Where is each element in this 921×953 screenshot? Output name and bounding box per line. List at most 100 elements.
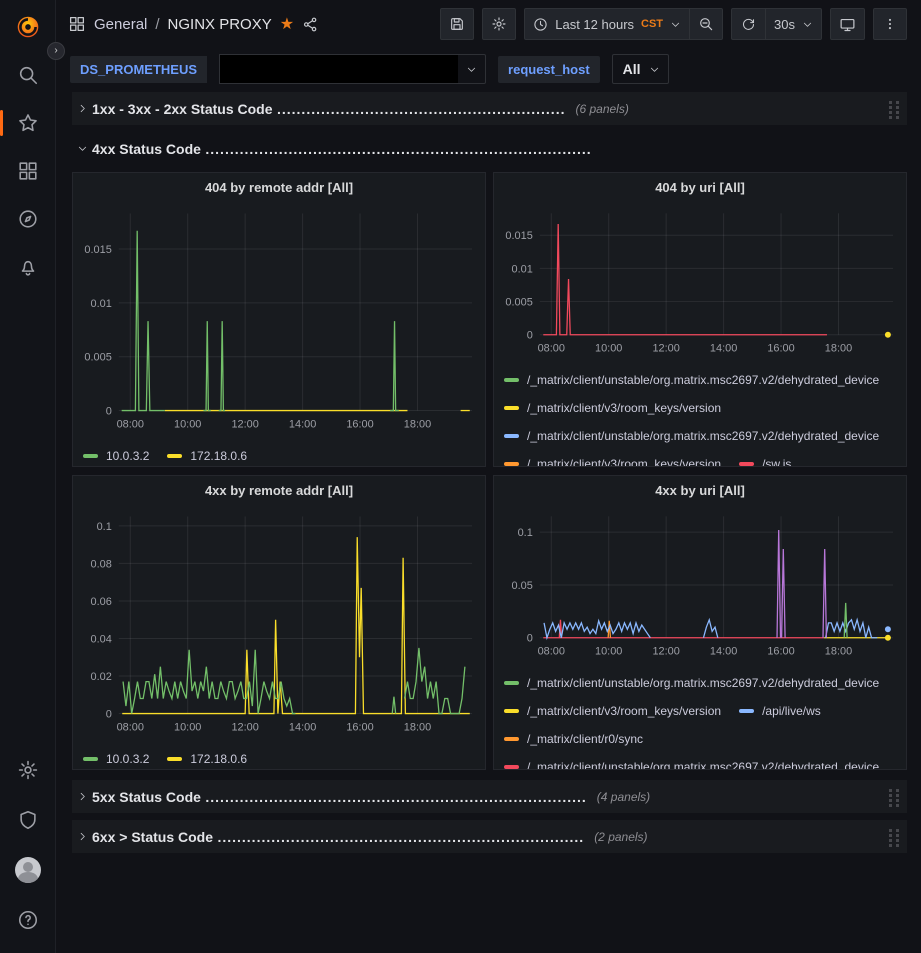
row-leader-dots: ........................................… [217,829,584,845]
svg-text:0.01: 0.01 [91,298,112,310]
variables-bar: DS_PROMETHEUS request_host All [56,48,921,90]
legend-label: 10.0.3.2 [106,752,149,766]
legend-item[interactable]: 10.0.3.2 [83,745,149,770]
time-range-picker[interactable]: Last 12 hours CST [524,8,689,40]
request-host-variable-select[interactable]: All [612,54,669,84]
row-title: 4xx Status Code [92,141,201,157]
svg-text:18:00: 18:00 [404,721,431,733]
sidebar-expand-button[interactable]: › [47,42,65,60]
svg-text:0: 0 [527,330,533,342]
dashboard-canvas: 1xx - 3xx - 2xx Status Code ............… [56,90,921,953]
zoom-out-time-button[interactable] [689,8,723,40]
row-panel-count: (2 panels) [594,830,647,844]
sidebar-item-alerting[interactable] [8,250,48,284]
legend-item[interactable]: 172.18.0.6 [167,745,247,770]
svg-text:10:00: 10:00 [595,343,622,355]
legend-label: /_matrix/client/v3/room_keys/version [527,704,721,718]
user-avatar[interactable] [8,853,48,887]
legend-item[interactable]: /_matrix/client/unstable/org.matrix.msc2… [504,366,879,394]
legend-item[interactable]: /sw.js [739,450,791,467]
row-drag-handle[interactable] [887,99,907,119]
svg-text:08:00: 08:00 [538,343,565,355]
kebab-menu-button[interactable] [873,8,907,40]
datasource-variable-select[interactable] [219,54,486,84]
legend-label: 10.0.3.2 [106,449,149,463]
svg-text:0: 0 [106,709,112,721]
svg-text:08:00: 08:00 [117,418,144,430]
legend-label: /_matrix/client/unstable/org.matrix.msc2… [527,373,879,387]
legend-item[interactable]: /_matrix/client/v3/room_keys/version [504,697,721,725]
share-icon[interactable] [302,16,319,33]
svg-text:10:00: 10:00 [595,646,622,658]
refresh-dashboard-button[interactable] [731,8,765,40]
chart-area[interactable]: 00.0050.010.01508:0010:0012:0014:0016:00… [494,201,906,364]
svg-text:0.04: 0.04 [91,633,112,645]
legend-item[interactable]: /api/live/ws [739,697,821,725]
legend-item[interactable]: /_matrix/client/v3/room_keys/version [504,394,721,422]
breadcrumb-folder[interactable]: General [94,16,147,33]
svg-text:12:00: 12:00 [231,721,258,733]
svg-text:12:00: 12:00 [652,343,679,355]
legend-item[interactable]: /_matrix/client/unstable/org.matrix.msc2… [504,422,879,450]
row-4xx[interactable]: 4xx Status Code ........................… [72,132,907,165]
datasource-variable-label[interactable]: DS_PROMETHEUS [70,56,207,83]
row-5xx[interactable]: 5xx Status Code ........................… [72,780,907,813]
sidebar-item-starred[interactable] [8,106,48,140]
row-panel-count: (6 panels) [575,102,628,116]
panel-title[interactable]: 404 by uri [All] [494,173,906,201]
row-6xx[interactable]: 6xx > Status Code ......................… [72,820,907,853]
search-icon[interactable] [8,58,48,92]
panel-title[interactable]: 4xx by uri [All] [494,476,906,504]
legend-swatch-icon [739,709,754,713]
legend-item[interactable]: 10.0.3.2 [83,442,149,467]
refresh-interval-picker[interactable]: 30s [765,8,822,40]
sidebar-item-configuration[interactable] [8,753,48,787]
svg-text:0.005: 0.005 [84,352,111,364]
row-drag-handle[interactable] [887,827,907,847]
chart-area[interactable]: 00.020.040.060.080.108:0010:0012:0014:00… [73,504,485,743]
save-dashboard-button[interactable] [440,8,474,40]
chevron-right-icon [72,103,92,114]
cycle-view-mode-button[interactable] [830,8,865,40]
legend-item[interactable]: /_matrix/client/v3/room_keys/version [504,450,721,467]
dashboard-settings-button[interactable] [482,8,516,40]
panel-404-by-uri: 404 by uri [All]00.0050.010.01508:0010:0… [493,172,907,467]
legend-item[interactable]: 172.18.0.6 [167,442,247,467]
grafana-logo[interactable] [8,10,48,44]
legend-label: /api/live/ws [762,704,821,718]
legend-item[interactable]: /_matrix/client/unstable/org.matrix.msc2… [504,753,879,770]
legend-item[interactable]: /_matrix/client/r0/sync [504,725,643,753]
sidebar-item-server-admin[interactable] [8,803,48,837]
legend-swatch-icon [167,454,182,458]
row-1xx-3xx-2xx[interactable]: 1xx - 3xx - 2xx Status Code ............… [72,92,907,125]
panel-title[interactable]: 4xx by remote addr [All] [73,476,485,504]
svg-text:0.08: 0.08 [91,558,112,570]
legend-swatch-icon [504,378,519,382]
variable-request-host: request_host [498,56,600,83]
panel-title[interactable]: 404 by remote addr [All] [73,173,485,201]
sidebar-item-explore[interactable] [8,202,48,236]
chart-area[interactable]: 00.050.108:0010:0012:0014:0016:0018:00 [494,504,906,667]
svg-text:18:00: 18:00 [404,418,431,430]
chevron-down-icon [670,19,681,30]
panel-legend: 10.0.3.2 172.18.0.6 [73,743,485,770]
timezone-label: CST [641,18,663,30]
chart-area[interactable]: 00.0050.010.01508:0010:0012:0014:0016:00… [73,201,485,440]
sidebar-item-dashboards[interactable] [8,154,48,188]
time-range-label: Last 12 hours [555,17,634,32]
svg-text:0: 0 [106,406,112,418]
breadcrumb-separator: / [155,16,159,33]
row-leader-dots: ........................................… [277,101,566,117]
sidebar-item-help[interactable] [8,903,48,937]
legend-item[interactable]: /_matrix/client/unstable/org.matrix.msc2… [504,669,879,697]
svg-text:14:00: 14:00 [710,646,737,658]
request-host-variable-label[interactable]: request_host [498,56,600,83]
breadcrumb-dashboard-title[interactable]: NGINX PROXY [168,16,272,33]
clock-icon [533,17,548,32]
favorite-star-icon[interactable]: ★ [280,14,294,34]
chevron-right-icon [72,831,92,842]
legend-swatch-icon [739,462,754,466]
svg-text:0.015: 0.015 [84,244,111,256]
row-drag-handle[interactable] [887,787,907,807]
panel-legend: 10.0.3.2 172.18.0.6 [73,440,485,467]
